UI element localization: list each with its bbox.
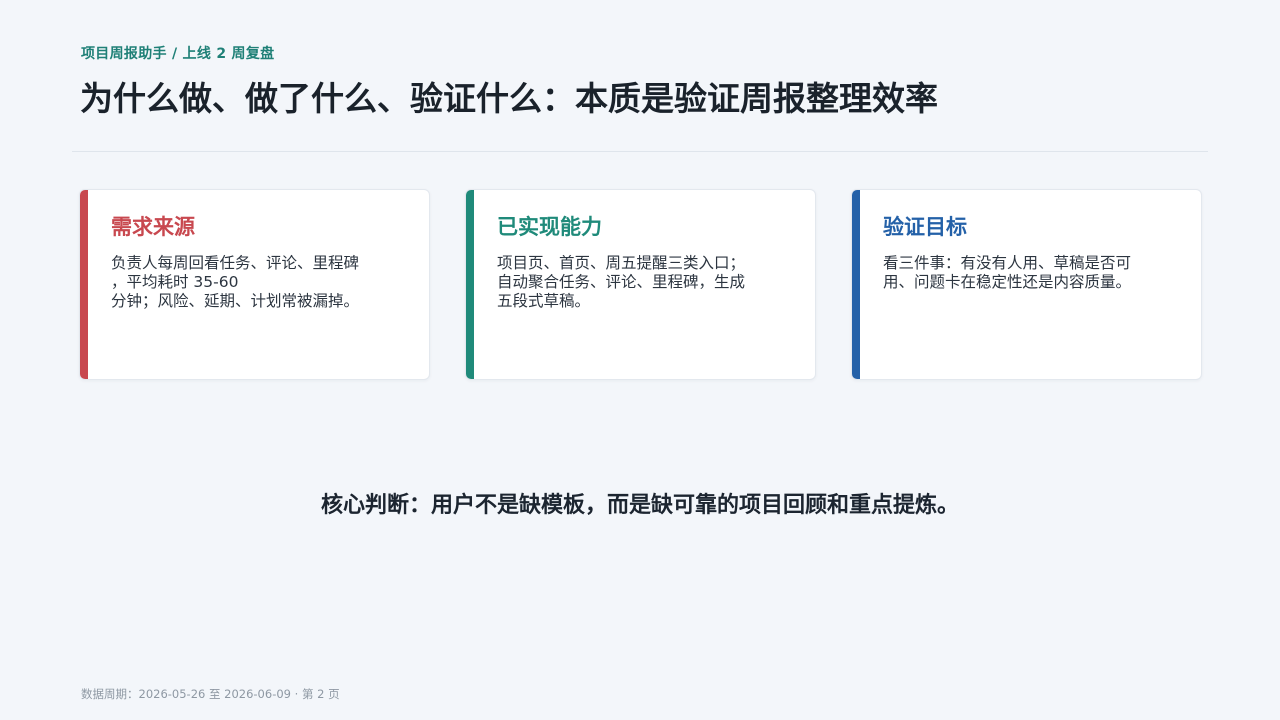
footer-data-period: 数据周期：2026-05-26 至 2026-06-09 · 第 2 页 (81, 687, 340, 701)
card-body: 负责人每周回看任务、评论、里程碑 ，平均耗时 35-60 分钟；风险、延期、计划… (111, 254, 411, 311)
card-accent-bar (466, 190, 474, 379)
slide: 项目周报助手 / 上线 2 周复盘 为什么做、做了什么、验证什么：本质是验证周报… (0, 0, 1280, 720)
card-body-line: 负责人每周回看任务、评论、里程碑 (111, 254, 360, 272)
card-demand-source: 需求来源 负责人每周回看任务、评论、里程碑 ，平均耗时 35-60 分钟；风险、… (79, 189, 430, 380)
card-body-line: 项目页、首页、周五提醒三类入口； (497, 254, 746, 272)
card-title: 验证目标 (883, 215, 967, 239)
card-body: 看三件事：有没有人用、草稿是否可 用、问题卡在稳定性还是内容质量。 (883, 254, 1183, 292)
card-body-line: 用、问题卡在稳定性还是内容质量。 (883, 273, 1132, 291)
card-body-line: 五段式草稿。 (497, 292, 591, 310)
key-conclusion: 核心判断：用户不是缺模板，而是缺可靠的项目回顾和重点提炼。 (320, 493, 959, 518)
eyebrow-label: 项目周报助手 / 上线 2 周复盘 (81, 46, 275, 62)
card-implemented-capability: 已实现能力 项目页、首页、周五提醒三类入口； 自动聚合任务、评论、里程碑，生成 … (465, 189, 816, 380)
card-body-line: 看三件事：有没有人用、草稿是否可 (883, 254, 1132, 272)
divider (72, 151, 1208, 152)
card-title: 需求来源 (111, 215, 195, 239)
card-title: 已实现能力 (497, 215, 602, 239)
page-title: 为什么做、做了什么、验证什么：本质是验证周报整理效率 (80, 79, 938, 118)
card-validation-goal: 验证目标 看三件事：有没有人用、草稿是否可 用、问题卡在稳定性还是内容质量。 (851, 189, 1202, 380)
card-body-line: 分钟；风险、延期、计划常被漏掉。 (111, 292, 360, 310)
card-body-line: 自动聚合任务、评论、里程碑，生成 (497, 273, 746, 291)
card-body-line: ，平均耗时 35-60 (111, 273, 239, 291)
card-body: 项目页、首页、周五提醒三类入口； 自动聚合任务、评论、里程碑，生成 五段式草稿。 (497, 254, 797, 311)
card-accent-bar (80, 190, 88, 379)
card-accent-bar (852, 190, 860, 379)
